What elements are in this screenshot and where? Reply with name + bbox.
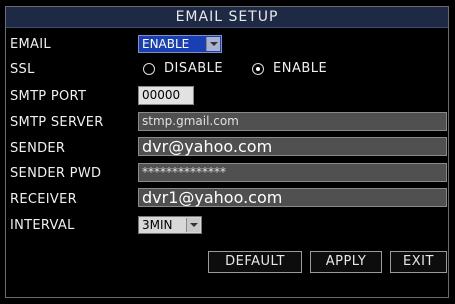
interval-select[interactable]: 3MIN xyxy=(138,216,202,234)
smtp-server-field[interactable]: stmp.gmail.com xyxy=(138,112,447,131)
sender-label: SENDER xyxy=(10,141,66,156)
apply-button[interactable]: APPLY xyxy=(310,251,382,273)
window-title: EMAIL SETUP xyxy=(175,9,279,25)
chevron-down-icon xyxy=(186,218,200,232)
interval-select-value: 3MIN xyxy=(142,218,173,232)
email-label: EMAIL xyxy=(10,37,51,52)
ssl-enable-radio[interactable] xyxy=(252,63,264,75)
email-select-value: ENABLE xyxy=(142,37,190,51)
receiver-label: RECEIVER xyxy=(10,192,77,207)
sender-field[interactable]: dvr@yahoo.com xyxy=(138,137,447,156)
ssl-label: SSL xyxy=(10,62,35,77)
ssl-disable-label: DISABLE xyxy=(164,61,224,76)
title-bar: EMAIL SETUP xyxy=(6,7,448,28)
exit-button[interactable]: EXIT xyxy=(390,251,447,273)
sender-pwd-label: SENDER PWD xyxy=(10,166,102,181)
sender-pwd-field[interactable]: ************** xyxy=(138,163,447,182)
ssl-enable-label: ENABLE xyxy=(273,61,328,76)
default-button[interactable]: DEFAULT xyxy=(208,251,302,273)
smtp-server-label: SMTP SERVER xyxy=(10,115,104,130)
ssl-disable-radio[interactable] xyxy=(143,63,155,75)
smtp-port-label: SMTP PORT xyxy=(10,89,87,104)
email-select[interactable]: ENABLE xyxy=(138,35,222,53)
interval-label: INTERVAL xyxy=(10,218,75,233)
smtp-port-field[interactable]: 00000 xyxy=(138,86,194,105)
receiver-field[interactable]: dvr1@yahoo.com xyxy=(138,188,447,207)
chevron-down-icon xyxy=(206,37,220,51)
